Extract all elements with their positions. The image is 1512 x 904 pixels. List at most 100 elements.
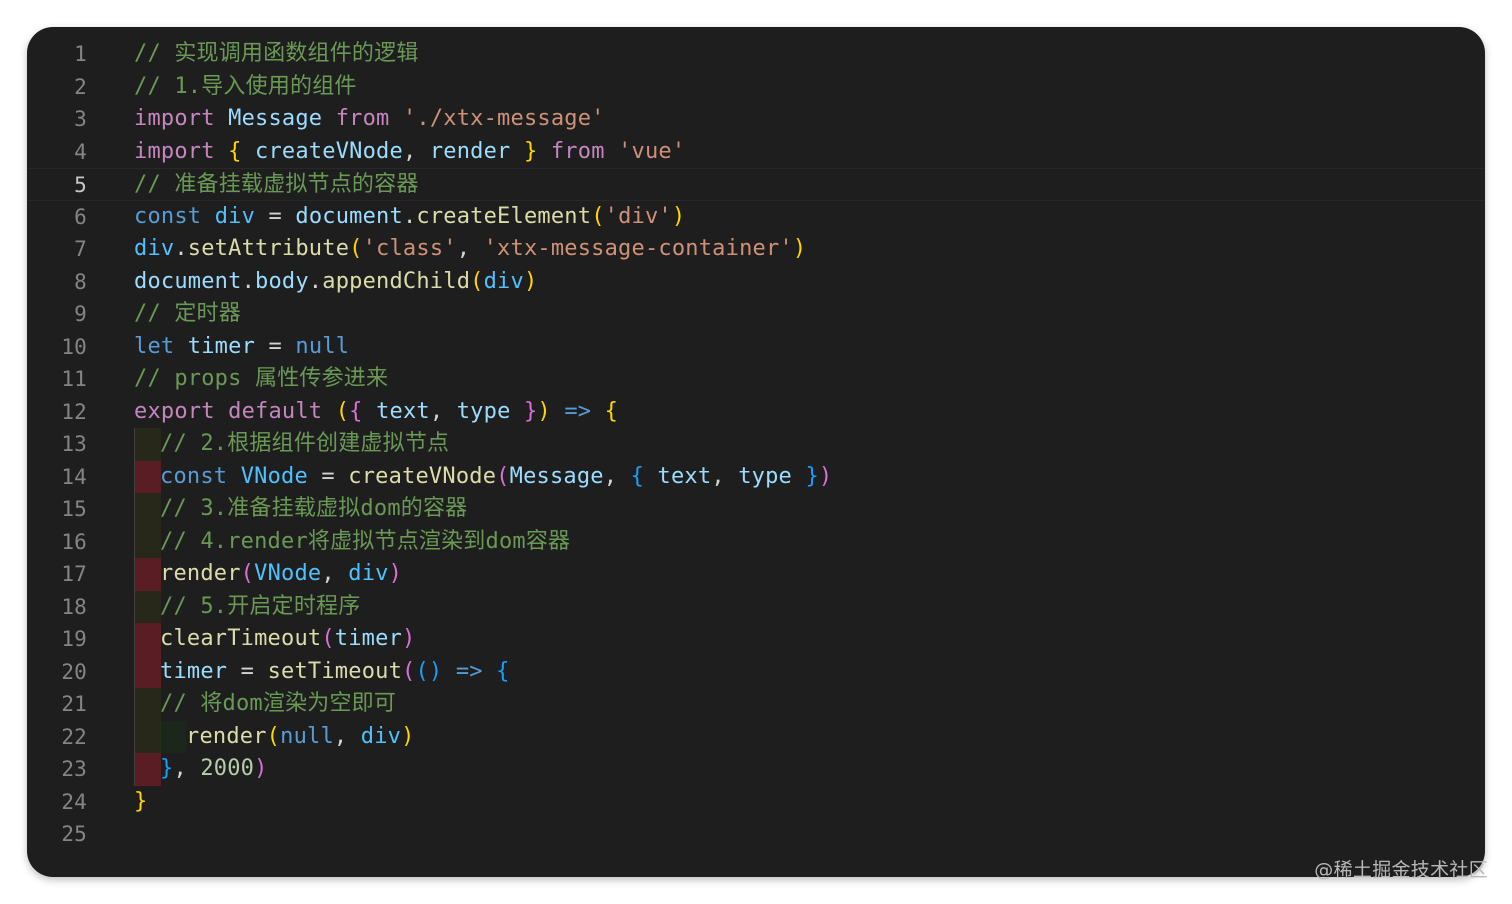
code-token: createElement [416,203,592,229]
code-line[interactable]: 19 clearTimeout(timer) [27,623,1485,656]
code-token: { [604,398,619,424]
indent-guide [134,428,161,461]
code-token: createVNode [348,463,497,489]
code-token: './xtx-message' [402,106,605,131]
code-token: // 5.开启定时程序 [160,593,361,619]
code-token: , [402,138,430,164]
code-token: // 3.准备挂载虚拟dom的容器 [160,496,468,521]
code-token: => [455,658,483,684]
code-line[interactable]: 21 // 将dom渲染为空即可 [27,688,1485,721]
code-token: ( [266,723,281,749]
line-number: 25 [61,822,87,846]
code-token: ) [254,756,268,781]
code-line[interactable]: 24} [27,786,1485,819]
code-line[interactable]: 8 document.body.appendChild(div) [27,266,1485,299]
code-token: 'xtx-message-container' [483,236,793,261]
code-line[interactable]: 17 render(VNode, div) [27,558,1485,591]
code-line[interactable]: 18 // 5.开启定时程序 [27,590,1485,623]
code-line[interactable]: 25 [27,818,1485,851]
indent-error-marker [134,623,161,656]
code-line[interactable]: 2 // 1.导入使用的组件 [27,71,1485,104]
indent-guide [134,525,161,558]
indent-guide [160,720,186,753]
code-token: const [160,463,228,489]
code-token: , [173,756,201,781]
line-number: 22 [61,724,87,749]
indent-guide [134,493,161,526]
code-line[interactable]: 13 // 2.根据组件创建虚拟节点 [27,428,1485,461]
code-text: import Message from './xtx-message' [134,103,605,136]
line-number: 20 [61,659,87,684]
code-token: { [349,398,363,424]
code-token: ) [523,268,538,294]
indent-guide [134,720,161,753]
code-token: . [308,268,323,294]
code-token: render [160,561,241,586]
line-number: 12 [61,399,87,424]
code-text: }, 2000) [160,753,268,786]
code-token: , [333,723,361,749]
code-line[interactable]: 16 // 4.render将虚拟节点渲染到dom容器 [27,525,1485,559]
line-number: 3 [74,107,87,131]
code-token: ( [470,268,484,294]
code-line[interactable]: 14 const VNode = createVNode(Message, { t… [27,460,1485,493]
code-token: body [255,268,309,294]
indent-error-marker [134,460,161,493]
code-token: ) [671,203,686,229]
code-text: } [134,786,147,819]
code-token: , [321,561,349,586]
code-line[interactable]: 20 timer = setTimeout(() => { [27,655,1485,688]
code-token: } [160,756,174,781]
code-editor[interactable]: 1 // 实现调用函数组件的逻辑 2 // 1.导入使用的组件 3 import Mess… [27,38,1485,851]
code-line[interactable]: 6 const div = document.createElement('div… [27,201,1485,234]
code-line[interactable]: 15 // 3.准备挂载虚拟dom的容器 [27,493,1485,526]
code-text: // 3.准备挂载虚拟dom的容器 [160,493,467,526]
code-line[interactable]: 4 import { createVNode, render } from 'vu… [27,136,1485,169]
code-line[interactable]: 5 // 准备挂载虚拟节点的容器 [27,168,1485,201]
indent-error-marker [134,558,161,591]
code-token: { [630,463,645,489]
code-text: export default ({ text, type }) => { [134,396,618,429]
code-token: ) [792,236,807,261]
code-token: null [295,333,350,359]
line-number: 7 [74,237,87,261]
code-token: VNode [254,561,322,586]
code-line[interactable]: 23}, 2000) [27,753,1485,786]
code-text: // 4.render将虚拟节点渲染到dom容器 [160,526,570,559]
code-line[interactable]: 12 export default ({ text, type }) => { [27,396,1485,429]
code-line[interactable]: 11 // props 属性传参进来 [27,363,1485,396]
code-token: from [335,106,390,131]
line-number: 9 [74,302,87,326]
code-line[interactable]: 9 // 定时器 [27,298,1485,331]
code-line[interactable]: 22 render(null, div) [27,720,1485,753]
code-token: = [307,463,349,489]
code-token: ( [402,658,416,684]
code-token: // 将dom渲染为空即可 [160,691,397,716]
code-text: // 实现调用函数组件的逻辑 [134,38,419,71]
code-token: div [214,203,256,229]
code-line[interactable]: 3 import Message from './xtx-message' [27,103,1485,136]
line-number: 8 [74,269,87,294]
code-token: Message [509,463,604,489]
code-token: const [134,203,202,229]
code-token: ) [388,561,403,586]
code-line[interactable]: 10 let timer = null [27,331,1485,364]
code-text: let timer = null [134,331,349,364]
code-line[interactable]: 1 // 实现调用函数组件的逻辑 [27,38,1485,71]
code-token: , [603,463,631,489]
code-token: // 1.导入使用的组件 [134,73,357,99]
indent-guide [134,590,161,623]
code-line[interactable]: 7 div.setAttribute('class', 'xtx-message-… [27,233,1485,266]
line-number: 11 [61,367,87,391]
code-token: = [255,333,296,359]
line-number: 2 [74,74,87,99]
line-number: 5 [74,173,87,197]
